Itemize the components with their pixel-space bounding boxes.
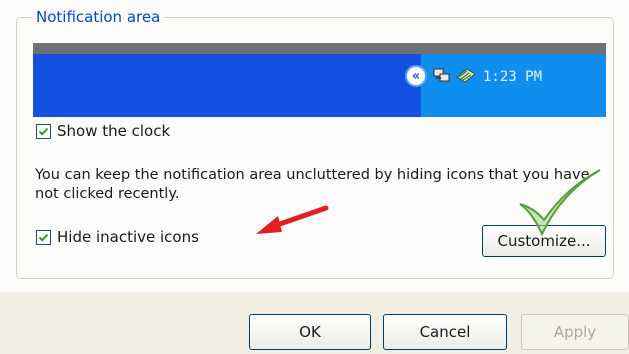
green-check-annotation-icon — [519, 169, 601, 237]
hide-inactive-label[interactable]: Hide inactive icons — [57, 228, 199, 246]
show-clock-label[interactable]: Show the clock — [57, 122, 170, 140]
hide-inactive-checkbox[interactable] — [36, 229, 51, 245]
red-arrow-annotation-icon — [256, 205, 329, 234]
hide-inactive-row[interactable]: Hide inactive icons — [36, 228, 199, 246]
checkmark-icon — [38, 233, 49, 242]
cancel-button[interactable]: Cancel — [383, 314, 507, 350]
apply-button[interactable]: Apply — [521, 314, 629, 350]
show-hidden-icons-chevron-icon: « — [405, 65, 427, 87]
groupbox-title: Notification area — [32, 8, 165, 26]
ok-button[interactable]: OK — [249, 314, 371, 350]
notification-tray — [420, 54, 606, 117]
checkmark-icon — [38, 127, 49, 136]
show-clock-checkbox[interactable] — [36, 123, 51, 139]
network-icon — [433, 68, 450, 82]
taskbar-preview: « 1:23 PM — [33, 43, 606, 117]
keyboard-icon — [456, 68, 476, 83]
taskbar-top-edge — [33, 43, 606, 54]
show-clock-row[interactable]: Show the clock — [36, 122, 170, 140]
tray-clock: 1:23 PM — [483, 69, 543, 85]
